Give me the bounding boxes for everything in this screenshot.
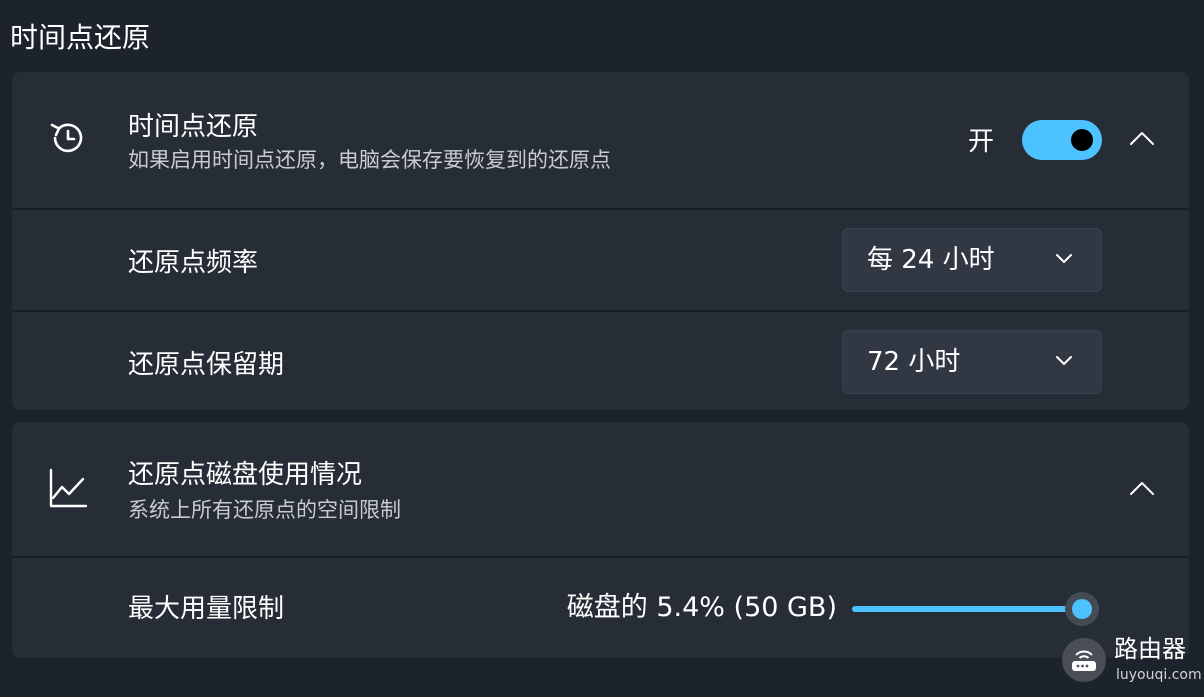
frequency-selected-value: 每 24 小时 bbox=[867, 245, 995, 275]
restore-title: 时间点还原 bbox=[128, 112, 259, 142]
toggle-state-label: 开 bbox=[968, 127, 995, 157]
chevron-down-icon bbox=[1056, 254, 1072, 263]
router-icon bbox=[1062, 638, 1106, 682]
chevron-down-icon bbox=[1056, 356, 1072, 365]
retention-dropdown[interactable]: 72 小时 bbox=[842, 330, 1102, 394]
max-usage-label: 最大用量限制 bbox=[128, 594, 285, 624]
retention-label: 还原点保留期 bbox=[128, 350, 285, 380]
restore-card: 时间点还原 如果启用时间点还原，电脑会保存要恢复到的还原点 开 还原点频率 每 … bbox=[12, 72, 1189, 410]
slider-track bbox=[852, 606, 1082, 612]
watermark: 路由器 luyouqi.com bbox=[1062, 632, 1202, 694]
frequency-row: 还原点频率 每 24 小时 bbox=[12, 210, 1189, 310]
page-title: 时间点还原 bbox=[10, 21, 151, 54]
disk-usage-card: 还原点磁盘使用情况 系统上所有还原点的空间限制 最大用量限制 磁盘的 5.4% … bbox=[12, 422, 1189, 658]
watermark-url: luyouqi.com bbox=[1116, 667, 1202, 683]
disk-usage-title: 还原点磁盘使用情况 bbox=[128, 460, 363, 490]
retention-row: 还原点保留期 72 小时 bbox=[12, 312, 1189, 410]
toggle-knob bbox=[1071, 129, 1093, 151]
line-chart-icon bbox=[46, 466, 90, 510]
collapse-restore-button[interactable] bbox=[1122, 120, 1162, 160]
retention-selected-value: 72 小时 bbox=[867, 347, 961, 377]
restore-subtitle: 如果启用时间点还原，电脑会保存要恢复到的还原点 bbox=[128, 148, 611, 172]
watermark-title: 路由器 bbox=[1114, 635, 1186, 663]
max-usage-slider[interactable] bbox=[852, 592, 1108, 626]
history-clock-icon bbox=[46, 116, 90, 160]
frequency-dropdown[interactable]: 每 24 小时 bbox=[842, 228, 1102, 292]
disk-usage-subtitle: 系统上所有还原点的空间限制 bbox=[128, 498, 401, 522]
max-usage-readout: 磁盘的 5.4% (50 GB) bbox=[566, 592, 837, 623]
frequency-label: 还原点频率 bbox=[128, 248, 259, 278]
restore-header-row[interactable]: 时间点还原 如果启用时间点还原，电脑会保存要恢复到的还原点 开 bbox=[12, 72, 1189, 208]
chevron-up-icon bbox=[1130, 482, 1154, 495]
slider-thumb[interactable] bbox=[1065, 592, 1099, 626]
chevron-up-icon bbox=[1130, 132, 1154, 145]
disk-usage-header-row[interactable]: 还原点磁盘使用情况 系统上所有还原点的空间限制 bbox=[12, 422, 1189, 556]
restore-toggle[interactable] bbox=[1022, 120, 1102, 160]
divider bbox=[12, 556, 1189, 558]
slider-thumb-inner bbox=[1072, 599, 1092, 619]
collapse-disk-usage-button[interactable] bbox=[1122, 470, 1162, 510]
